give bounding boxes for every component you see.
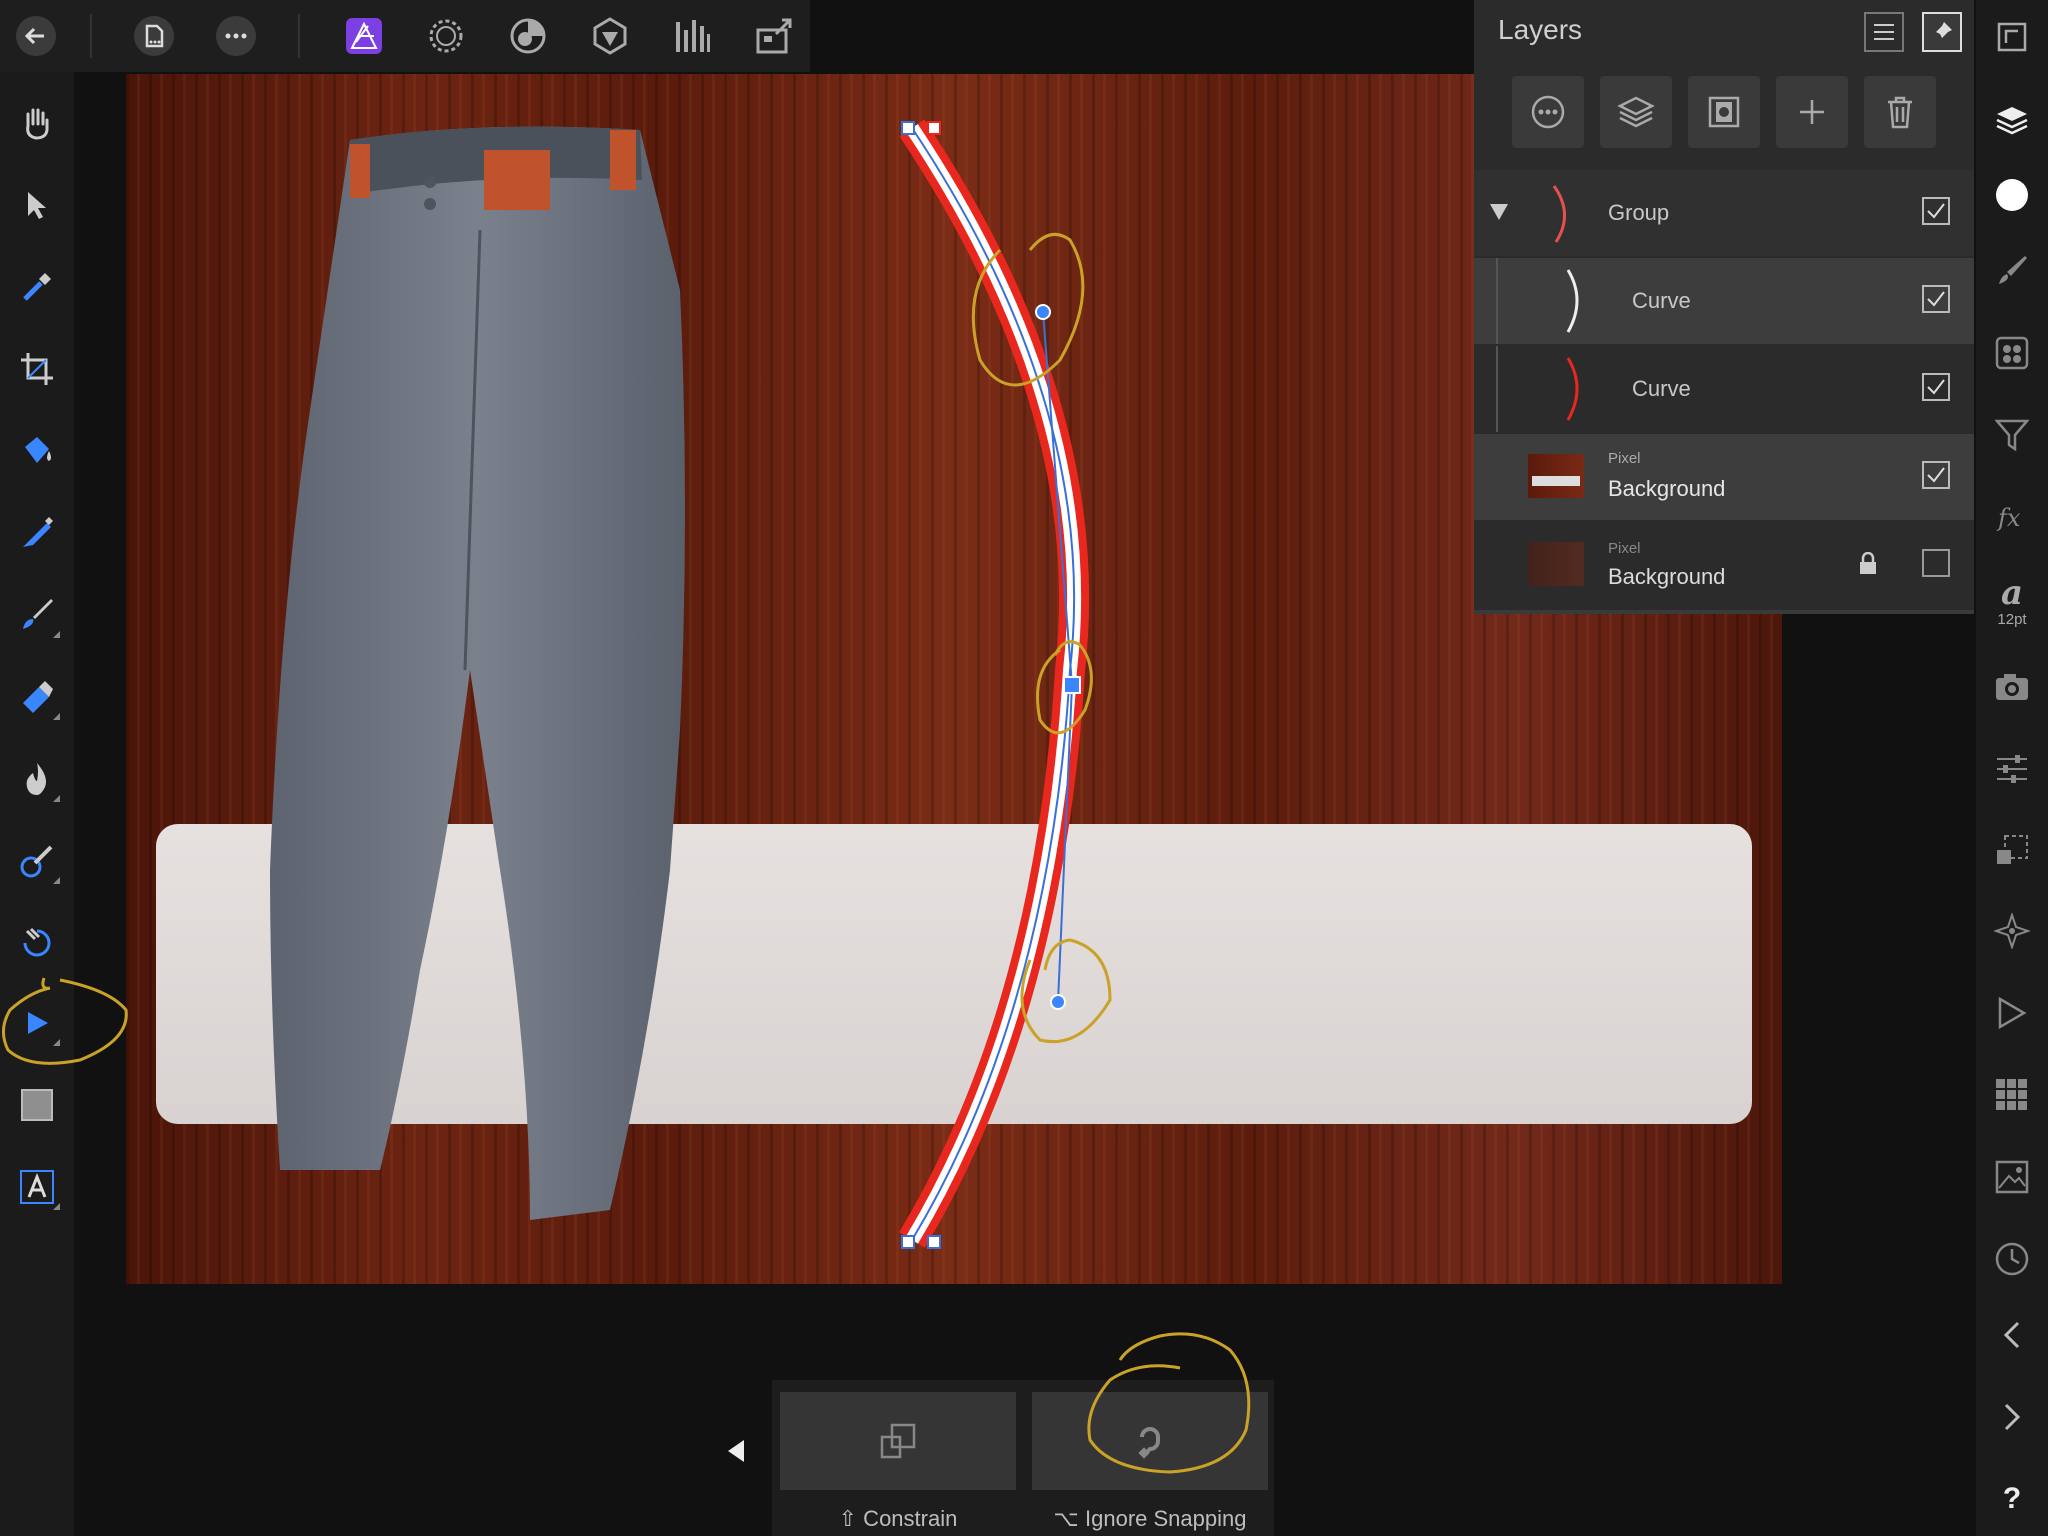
layer-options-icon[interactable] bbox=[1512, 76, 1584, 148]
control-handle[interactable] bbox=[1050, 994, 1066, 1010]
control-handle[interactable] bbox=[1035, 304, 1051, 320]
more-icon[interactable] bbox=[210, 10, 262, 62]
end-node[interactable] bbox=[927, 1235, 941, 1249]
visibility-checkbox[interactable] bbox=[1922, 373, 1950, 401]
develop-persona-icon[interactable] bbox=[502, 10, 554, 62]
visibility-checkbox[interactable] bbox=[1922, 461, 1950, 489]
visibility-checkbox[interactable] bbox=[1922, 549, 1950, 577]
filter-icon[interactable] bbox=[1987, 410, 2037, 460]
export-persona-icon[interactable] bbox=[666, 10, 718, 62]
panel-menu-icon[interactable] bbox=[1864, 12, 1904, 52]
layer-row-background-locked[interactable]: Pixel Background bbox=[1474, 522, 1974, 608]
rectangle-icon[interactable] bbox=[12, 1080, 62, 1130]
layer-thumbnail bbox=[1528, 542, 1584, 586]
adjustments-icon[interactable] bbox=[1987, 744, 2037, 794]
undo-icon[interactable] bbox=[1987, 1310, 2037, 1360]
annotation-circle bbox=[1087, 1332, 1251, 1474]
layer-row-group[interactable]: Group bbox=[1474, 170, 1974, 256]
layer-type: Pixel bbox=[1608, 540, 1641, 557]
toggle-ui-icon[interactable] bbox=[1987, 12, 2037, 62]
disclosure-triangle-icon[interactable] bbox=[1488, 202, 1510, 222]
pants-image bbox=[270, 126, 685, 1221]
healing-brush-icon[interactable] bbox=[12, 836, 62, 886]
lock-icon[interactable] bbox=[1858, 552, 1878, 576]
tools-panel bbox=[0, 72, 74, 1536]
constrain-label: ⇧ Constrain bbox=[838, 1506, 958, 1531]
text-tool-icon[interactable] bbox=[12, 1162, 62, 1212]
font-size-label: 12pt bbox=[1997, 610, 2027, 628]
svg-text:fx: fx bbox=[1996, 504, 2021, 532]
erase-brush-icon[interactable] bbox=[12, 672, 62, 722]
layers-panel: Layers Group Curve Curve Pixel Backgroun… bbox=[1474, 0, 1974, 614]
panel-title: Layers bbox=[1498, 14, 1583, 45]
photo-persona-icon[interactable] bbox=[338, 10, 390, 62]
layer-row-background[interactable]: Pixel Background bbox=[1474, 434, 1974, 520]
color-picker-icon[interactable] bbox=[12, 262, 62, 312]
macro-play-icon[interactable] bbox=[1987, 988, 2037, 1038]
visibility-checkbox[interactable] bbox=[1922, 197, 1950, 225]
text-studio-icon[interactable]: a 12pt bbox=[1987, 566, 2037, 636]
layer-thumbnail bbox=[1552, 185, 1566, 243]
hand-icon[interactable] bbox=[12, 98, 62, 148]
swatches-icon[interactable] bbox=[1987, 1070, 2037, 1120]
font-glyph: a bbox=[2000, 572, 2024, 613]
annotation-circle bbox=[2, 977, 128, 1065]
constrain-button[interactable] bbox=[780, 1392, 1016, 1490]
mask-layer-icon[interactable] bbox=[1688, 76, 1760, 148]
ignore-snapping-label: ⌥ Ignore Snapping bbox=[1053, 1506, 1247, 1531]
layer-stack-icon[interactable] bbox=[1600, 76, 1672, 148]
curve-node[interactable] bbox=[1063, 676, 1081, 694]
layer-name: Curve bbox=[1632, 288, 1691, 313]
paint-brush-icon[interactable] bbox=[12, 590, 62, 640]
clone-brush-icon[interactable] bbox=[12, 918, 62, 968]
liquify-persona-icon[interactable] bbox=[420, 10, 472, 62]
transform-icon[interactable] bbox=[1987, 826, 2037, 876]
move-icon[interactable] bbox=[12, 180, 62, 230]
layer-name: Background bbox=[1608, 476, 1726, 501]
redo-icon[interactable] bbox=[1987, 1392, 2037, 1442]
delete-layer-icon[interactable] bbox=[1864, 76, 1936, 148]
collapse-toolbar-icon[interactable] bbox=[722, 1434, 752, 1468]
layers-studio-icon[interactable] bbox=[1987, 96, 2037, 146]
selection-brush-icon[interactable] bbox=[12, 508, 62, 558]
dodge-burn-icon[interactable] bbox=[12, 754, 62, 804]
constrain-icon bbox=[880, 1423, 916, 1459]
flood-fill-icon[interactable] bbox=[12, 426, 62, 476]
navigator-icon[interactable] bbox=[1987, 906, 2037, 956]
stock-images-icon[interactable] bbox=[1987, 1152, 2037, 1202]
top-toolbar bbox=[0, 0, 810, 72]
channels-studio-icon[interactable] bbox=[1987, 328, 2037, 378]
layer-thumbnail bbox=[1566, 269, 1579, 333]
layer-name: Background bbox=[1608, 564, 1726, 589]
end-node[interactable] bbox=[901, 121, 915, 135]
color-studio-icon[interactable] bbox=[1987, 170, 2037, 220]
document-icon[interactable] bbox=[128, 10, 180, 62]
camera-icon[interactable] bbox=[1987, 662, 2037, 712]
end-node[interactable] bbox=[927, 121, 941, 135]
layer-thumbnail bbox=[1528, 454, 1584, 498]
help-icon[interactable]: ? bbox=[1987, 1474, 2037, 1524]
studio-strip: fx a 12pt ? bbox=[1976, 0, 2048, 1536]
layer-name: Group bbox=[1608, 200, 1670, 225]
selected-curve-group[interactable] bbox=[860, 110, 1140, 1260]
history-icon[interactable] bbox=[1987, 1234, 2037, 1284]
layer-row-curve[interactable]: Curve bbox=[1474, 258, 1974, 344]
layer-thumbnail bbox=[1566, 357, 1579, 421]
pin-icon[interactable] bbox=[1922, 12, 1962, 52]
visibility-checkbox[interactable] bbox=[1922, 285, 1950, 313]
fx-icon[interactable]: fx bbox=[1987, 492, 2037, 542]
end-node[interactable] bbox=[901, 1235, 915, 1249]
brushes-studio-icon[interactable] bbox=[1987, 246, 2037, 296]
crop-icon[interactable] bbox=[12, 344, 62, 394]
layer-type: Pixel bbox=[1608, 450, 1641, 467]
layer-row-curve[interactable]: Curve bbox=[1474, 346, 1974, 432]
back-arrow-icon[interactable] bbox=[10, 10, 62, 62]
layer-name: Curve bbox=[1632, 376, 1691, 401]
add-layer-icon[interactable] bbox=[1776, 76, 1848, 148]
export-icon[interactable] bbox=[748, 10, 800, 62]
tone-mapping-persona-icon[interactable] bbox=[584, 10, 636, 62]
